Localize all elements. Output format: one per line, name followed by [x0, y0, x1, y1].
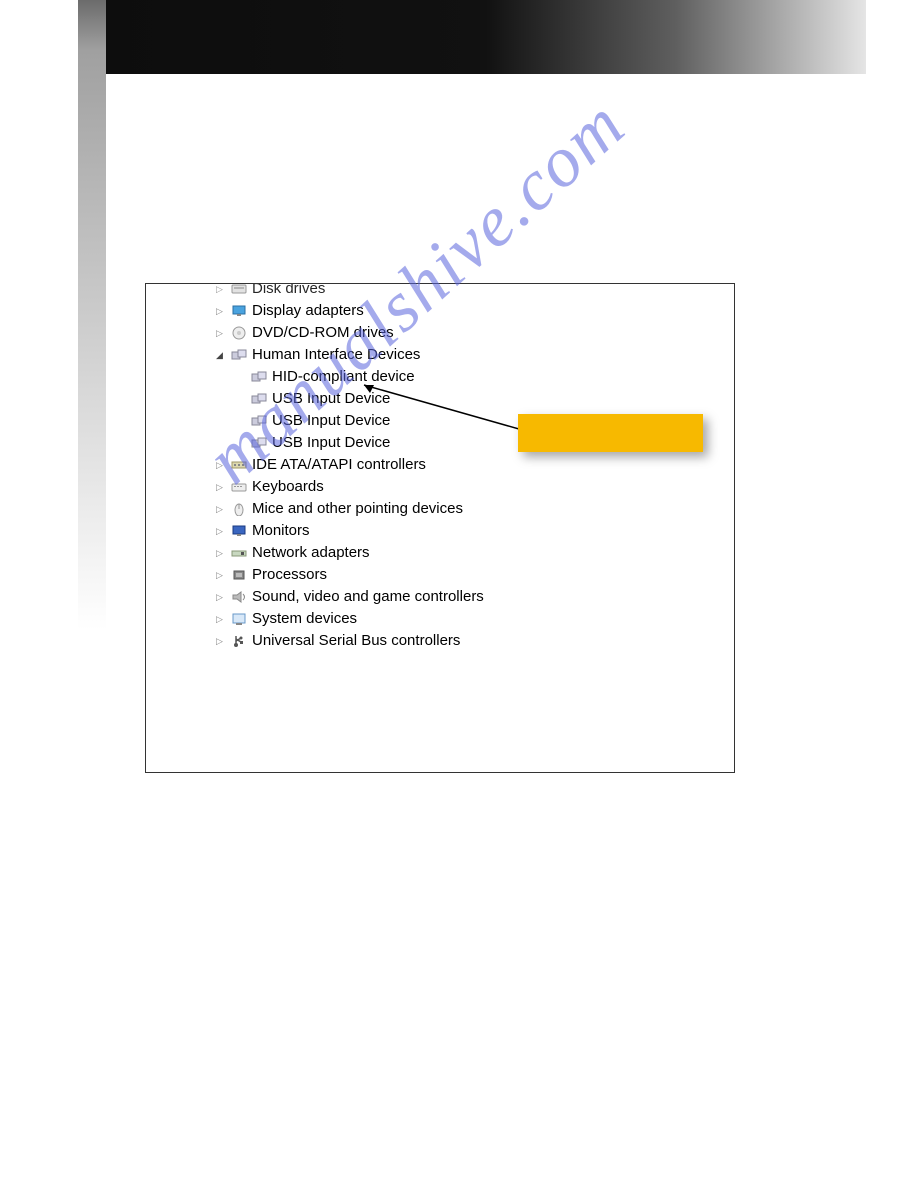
network-adapter-icon [230, 545, 248, 561]
left-gradient-band [78, 0, 106, 630]
tree-row[interactable]: ▷ Keyboards [216, 476, 734, 498]
tree-row[interactable]: ▷ System devices [216, 608, 734, 630]
device-tree: ▷ Disk drives ▷ Display adapters ▷ DVD/C… [146, 284, 734, 652]
tree-row[interactable]: ▷ IDE ATA/ATAPI controllers [216, 454, 734, 476]
cd-rom-icon [230, 325, 248, 341]
expand-arrow-icon[interactable]: ▷ [216, 608, 228, 630]
hid-device-icon [250, 391, 268, 407]
tree-row[interactable]: ▷ Display adapters [216, 300, 734, 322]
tree-row[interactable]: ▷ Monitors [216, 520, 734, 542]
callout-arrow [356, 379, 531, 434]
tree-item-label: Network adapters [252, 542, 370, 564]
processor-icon [230, 567, 248, 583]
tree-item-label: Mice and other pointing devices [252, 498, 463, 520]
page: ▷ Disk drives ▷ Display adapters ▷ DVD/C… [0, 0, 918, 1188]
collapse-arrow-icon[interactable]: ◢ [216, 344, 228, 366]
tree-row[interactable]: ▷ Sound, video and game controllers [216, 586, 734, 608]
tree-row[interactable]: ▷ Universal Serial Bus controllers [216, 630, 734, 652]
expand-arrow-icon[interactable]: ▷ [216, 520, 228, 542]
sound-controller-icon [230, 589, 248, 605]
expand-arrow-icon[interactable]: ▷ [216, 630, 228, 652]
tree-item-label: Human Interface Devices [252, 344, 420, 366]
expand-arrow-icon[interactable]: ▷ [216, 586, 228, 608]
tree-row[interactable]: ▷ Processors [216, 564, 734, 586]
system-device-icon [230, 611, 248, 627]
hid-category-icon [230, 347, 248, 363]
usb-controller-icon [230, 633, 248, 649]
top-gradient-band [106, 0, 866, 74]
expand-arrow-icon[interactable]: ▷ [216, 542, 228, 564]
expand-arrow-icon[interactable]: ▷ [216, 300, 228, 322]
tree-row[interactable]: ▷ Disk drives [216, 283, 734, 300]
display-adapter-icon [230, 303, 248, 319]
expand-arrow-icon[interactable]: ▷ [216, 322, 228, 344]
tree-item-label: IDE ATA/ATAPI controllers [252, 454, 426, 476]
tree-row[interactable]: ▷ DVD/CD-ROM drives [216, 322, 734, 344]
expand-arrow-icon[interactable]: ▷ [216, 283, 228, 300]
tree-row[interactable]: ◢ Human Interface Devices [216, 344, 734, 366]
ide-controller-icon [230, 457, 248, 473]
tree-row[interactable]: ▷ Network adapters [216, 542, 734, 564]
tree-item-label: System devices [252, 608, 357, 630]
tree-item-label: Monitors [252, 520, 310, 542]
tree-row[interactable]: ▷ Mice and other pointing devices [216, 498, 734, 520]
expand-arrow-icon[interactable]: ▷ [216, 498, 228, 520]
tree-item-label: USB Input Device [272, 432, 390, 454]
device-manager-tree-frame: ▷ Disk drives ▷ Display adapters ▷ DVD/C… [145, 283, 735, 773]
expand-arrow-icon[interactable]: ▷ [216, 564, 228, 586]
tree-item-label: Processors [252, 564, 327, 586]
mouse-icon [230, 501, 248, 517]
tree-item-label: DVD/CD-ROM drives [252, 322, 394, 344]
tree-item-label: Display adapters [252, 300, 364, 322]
hid-device-icon [250, 369, 268, 385]
hid-device-icon [250, 413, 268, 429]
highlight-callout-box [518, 414, 703, 452]
monitor-icon [230, 523, 248, 539]
keyboard-icon [230, 479, 248, 495]
tree-item-label: Universal Serial Bus controllers [252, 630, 460, 652]
tree-item-label: Keyboards [252, 476, 324, 498]
disk-drive-icon [230, 283, 248, 297]
hid-device-icon [250, 435, 268, 451]
tree-item-label: Disk drives [252, 283, 325, 300]
tree-item-label: Sound, video and game controllers [252, 586, 484, 608]
expand-arrow-icon[interactable]: ▷ [216, 476, 228, 498]
expand-arrow-icon[interactable]: ▷ [216, 454, 228, 476]
